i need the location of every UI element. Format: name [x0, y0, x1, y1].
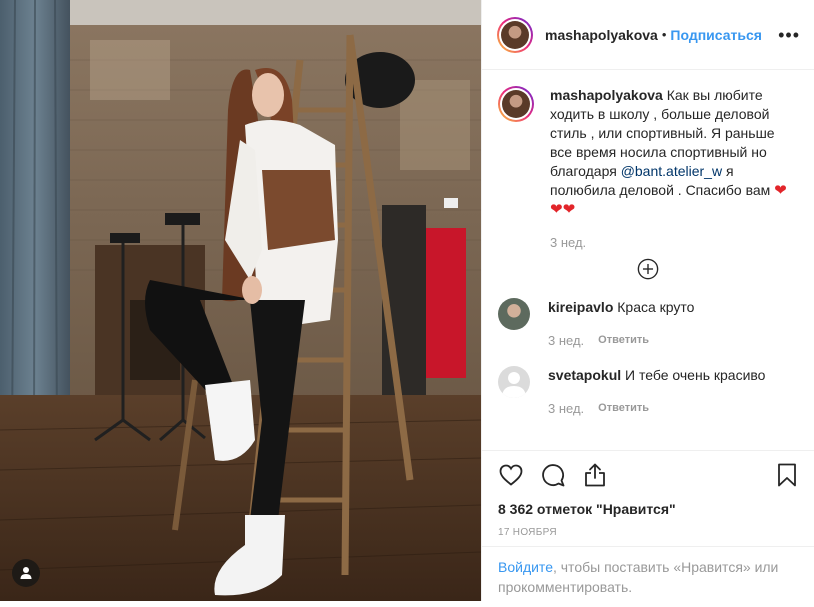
heart-icon	[499, 464, 523, 486]
caption-username[interactable]: mashapolyakova	[550, 87, 663, 103]
more-options-icon[interactable]: •••	[778, 26, 800, 44]
mention-link[interactable]: @bant.atelier_w	[621, 163, 722, 179]
author-username[interactable]: mashapolyakova	[545, 27, 658, 43]
bookmark-icon	[778, 463, 796, 487]
plus-circle-icon[interactable]	[637, 258, 659, 280]
action-icons	[482, 451, 814, 488]
heart-emoji: ❤	[562, 201, 576, 218]
caption-time[interactable]: 3 нед.	[550, 233, 586, 252]
commenter-avatar[interactable]	[498, 298, 530, 330]
author-avatar[interactable]	[497, 16, 533, 53]
comment-time[interactable]: 3 нед.	[548, 331, 584, 350]
reply-button[interactable]: Ответить	[598, 399, 649, 418]
login-prompt: Войдите, чтобы поставить «Нравится» или …	[482, 546, 814, 607]
user-icon	[20, 567, 32, 579]
comment-item: svetapokul И тебе очень красиво 3 нед. О…	[498, 366, 800, 418]
instagram-post-modal: mashapolyakova • Подписаться ••• mashapo…	[0, 0, 814, 601]
heart-emoji: ❤	[550, 201, 563, 218]
post-photo-image	[0, 0, 481, 601]
comment-item: kireipavlo Краса круто 3 нед. Ответить	[498, 298, 800, 350]
comment-username[interactable]: kireipavlo	[548, 299, 613, 315]
heart-emoji: ❤	[774, 182, 787, 199]
like-button[interactable]	[498, 462, 524, 488]
separator-dot: •	[661, 27, 667, 42]
comment-time[interactable]: 3 нед.	[548, 399, 584, 418]
user-tags-button[interactable]	[12, 559, 40, 587]
post-side-panel: mashapolyakova • Подписаться ••• mashapo…	[481, 0, 814, 601]
comments-list: mashapolyakova Как вы любите ходить в шк…	[498, 86, 800, 418]
post-actions: 8 362 отметок "Нравится" 17 ноября	[482, 450, 814, 538]
follow-button[interactable]: Подписаться	[670, 27, 762, 43]
commenter-avatar[interactable]	[498, 366, 530, 398]
comment-text: Краса круто	[617, 299, 695, 315]
caption: mashapolyakova Как вы любите ходить в шк…	[498, 86, 800, 252]
comment-username[interactable]: svetapokul	[548, 367, 621, 383]
post-date[interactable]: 17 ноября	[482, 517, 814, 538]
post-header: mashapolyakova • Подписаться •••	[482, 0, 814, 70]
comment-text: И тебе очень красиво	[625, 367, 766, 383]
comment-icon	[542, 464, 565, 487]
share-icon	[585, 463, 605, 487]
post-photo[interactable]	[0, 0, 481, 601]
reply-button[interactable]: Ответить	[598, 331, 649, 350]
comment-button[interactable]	[540, 462, 566, 488]
login-link[interactable]: Войдите	[498, 559, 553, 575]
share-button[interactable]	[582, 462, 608, 488]
likes-count[interactable]: 8 362 отметок "Нравится"	[482, 488, 814, 517]
save-button[interactable]	[774, 462, 800, 488]
default-avatar-icon	[502, 372, 526, 398]
caption-avatar[interactable]	[498, 86, 534, 122]
